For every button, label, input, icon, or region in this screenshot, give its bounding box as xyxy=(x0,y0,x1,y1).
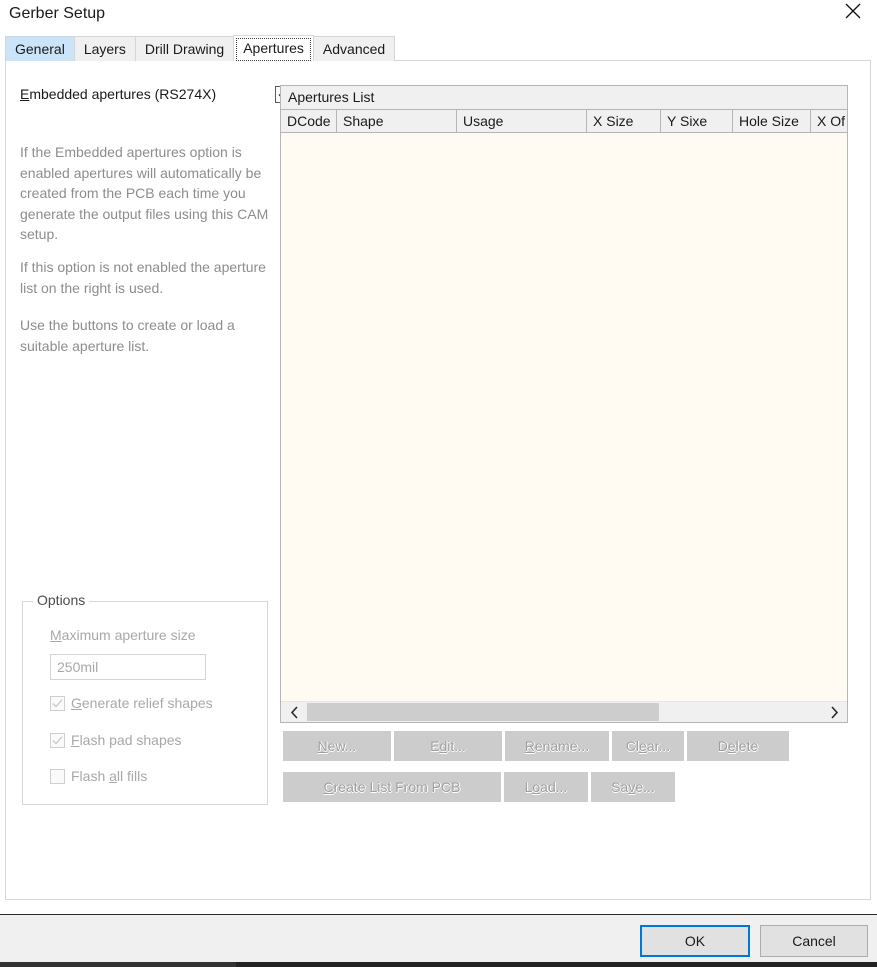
flash-pad-shapes-label-rest: lash pad shapes xyxy=(80,732,182,748)
chevron-right-glyph xyxy=(828,706,840,719)
maximum-aperture-size-label: Maximum aperture size xyxy=(50,627,196,643)
options-group-legend: Options xyxy=(33,592,89,608)
tab-layers[interactable]: Layers xyxy=(74,36,136,61)
cancel-button[interactable]: Cancel xyxy=(760,925,868,957)
delete-button[interactable]: Delete xyxy=(687,731,789,761)
flash-all-fills-label-pre: Flash xyxy=(71,768,109,784)
create-list-from-pcb-button[interactable]: Create List From PCB xyxy=(283,772,501,802)
flash-pad-shapes-label: Flash pad shapes xyxy=(71,732,182,748)
edit-button-label: it... xyxy=(447,738,466,754)
tab-advanced-label: Advanced xyxy=(323,41,385,57)
column-header-usage[interactable]: Usage xyxy=(457,110,587,132)
maximum-aperture-size-label-rest: aximum aperture size xyxy=(62,627,196,643)
apertures-list-caption-label: Apertures List xyxy=(288,89,374,105)
ok-button[interactable]: OK xyxy=(640,925,750,957)
help-paragraph-2: If this option is not enabled the apertu… xyxy=(20,257,272,298)
title-bar: Gerber Setup xyxy=(0,0,877,30)
embedded-apertures-row: Embedded apertures (RS274X) xyxy=(20,85,280,107)
save-button-label: e... xyxy=(635,779,654,795)
apertures-list-header: DCode Shape Usage X Size Y Sixe Hole Siz… xyxy=(281,110,847,133)
tab-apertures[interactable]: Apertures xyxy=(233,35,314,61)
embedded-apertures-label: Embedded apertures (RS274X) xyxy=(20,86,216,102)
column-header-x-offset[interactable]: X Of xyxy=(811,110,848,132)
check-icon xyxy=(51,697,64,710)
save-button[interactable]: Save... xyxy=(591,772,675,802)
scrollbar-thumb[interactable] xyxy=(307,703,659,721)
dialog-footer: OK Cancel xyxy=(0,914,877,962)
flash-pad-shapes-checkbox[interactable]: Flash pad shapes xyxy=(50,731,250,753)
save-button-label-pre: Sa xyxy=(611,779,628,795)
rename-button[interactable]: Rename... xyxy=(505,731,609,761)
flash-all-fills-label-rest: ll fills xyxy=(117,768,147,784)
column-header-hole-size[interactable]: Hole Size xyxy=(733,110,811,132)
column-header-dcode[interactable]: DCode xyxy=(281,110,337,132)
flash-pad-shapes-box xyxy=(50,733,65,748)
chevron-left-icon[interactable] xyxy=(284,702,305,722)
bottom-strip-right xyxy=(236,962,877,967)
tab-page-apertures: Embedded apertures (RS274X) If the Embed… xyxy=(5,60,871,900)
options-group: Options Maximum aperture size Generate r… xyxy=(22,601,268,805)
flash-all-fills-box xyxy=(50,769,65,784)
clear-button[interactable]: Clear... xyxy=(612,731,684,761)
generate-relief-shapes-label: Generate relief shapes xyxy=(71,695,213,711)
close-icon[interactable] xyxy=(831,0,877,30)
tab-drill-drawing-label: Drill Drawing xyxy=(145,41,224,57)
column-header-x-size[interactable]: X Size xyxy=(587,110,661,132)
help-paragraph-3: Use the buttons to create or load a suit… xyxy=(20,315,272,356)
close-glyph xyxy=(843,1,863,21)
load-button-label: ad... xyxy=(540,779,567,795)
generate-relief-shapes-label-rest: enerate relief shapes xyxy=(82,695,213,711)
embedded-apertures-label-rest: mbedded apertures (RS274X) xyxy=(29,86,216,102)
tab-drill-drawing[interactable]: Drill Drawing xyxy=(135,36,234,61)
generate-relief-shapes-checkbox[interactable]: Generate relief shapes xyxy=(50,694,250,716)
chevron-right-icon[interactable] xyxy=(823,702,844,722)
window-title: Gerber Setup xyxy=(9,0,105,29)
column-header-shape[interactable]: Shape xyxy=(337,110,457,132)
check-icon xyxy=(51,734,64,747)
clear-button-label-pre: Cl xyxy=(626,738,639,754)
delete-button-label: lete xyxy=(736,738,759,754)
flash-all-fills-label: Flash all fills xyxy=(71,768,147,784)
generate-relief-shapes-box xyxy=(50,696,65,711)
apertures-list-caption: Apertures List xyxy=(281,86,847,110)
help-paragraph-1: If the Embedded apertures option is enab… xyxy=(20,142,272,245)
create-list-from-pcb-button-label: reate List From PCB xyxy=(334,779,461,795)
bottom-strip-left xyxy=(0,962,236,967)
tab-general-label: General xyxy=(15,41,65,57)
apertures-list-panel: Apertures List DCode Shape Usage X Size … xyxy=(280,85,848,723)
delete-button-label-pre: D xyxy=(718,738,728,754)
load-button[interactable]: Load... xyxy=(504,772,588,802)
tab-apertures-label: Apertures xyxy=(243,40,304,56)
tab-advanced[interactable]: Advanced xyxy=(313,36,395,61)
chevron-left-glyph xyxy=(289,706,301,719)
rename-button-label: ename... xyxy=(535,738,589,754)
apertures-list-body[interactable] xyxy=(281,133,847,701)
clear-button-label: ar... xyxy=(647,738,670,754)
column-header-y-size[interactable]: Y Sixe xyxy=(661,110,733,132)
edit-button[interactable]: Edit... xyxy=(394,731,502,761)
new-button-label: ew... xyxy=(328,738,357,754)
horizontal-scrollbar[interactable] xyxy=(281,701,847,722)
tab-layers-label: Layers xyxy=(84,41,126,57)
tab-strip: General Layers Drill Drawing Apertures A… xyxy=(5,35,394,61)
flash-all-fills-checkbox[interactable]: Flash all fills xyxy=(50,767,250,789)
maximum-aperture-size-input[interactable] xyxy=(50,654,206,680)
tab-general[interactable]: General xyxy=(5,36,75,61)
new-button[interactable]: New... xyxy=(283,731,391,761)
